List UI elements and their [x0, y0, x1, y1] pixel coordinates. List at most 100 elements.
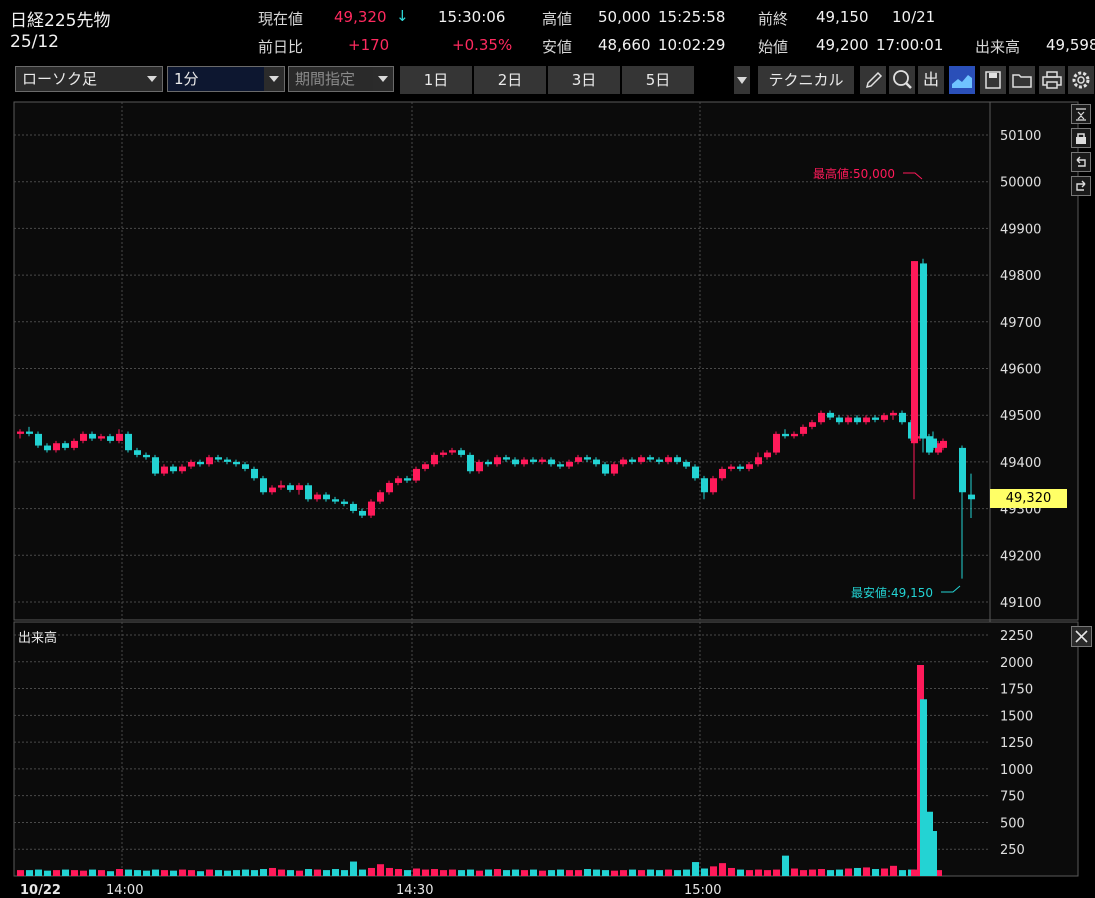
- volume-bar: [764, 870, 771, 876]
- price-tick-label: 49700: [1000, 316, 1041, 331]
- volume-bar: [368, 867, 375, 876]
- candle-body: [827, 412, 834, 418]
- candle-body: [881, 415, 888, 420]
- interval-value: 1分: [174, 70, 199, 88]
- close-volume-button[interactable]: [1071, 626, 1092, 647]
- open-folder-button[interactable]: [1009, 66, 1035, 94]
- toolbar-dropdown[interactable]: [734, 66, 750, 94]
- candle-body: [521, 459, 528, 465]
- volume-bar: [773, 869, 780, 876]
- candle-body: [818, 412, 825, 423]
- prev-close-value: 49,150: [816, 8, 869, 26]
- volume-bar: [278, 869, 285, 876]
- volume-bar: [422, 869, 429, 876]
- volume-bar: [35, 869, 42, 876]
- range-5day-button[interactable]: 5日: [622, 66, 694, 94]
- volume-bar: [53, 870, 60, 876]
- candle-body: [323, 494, 330, 500]
- lock-button[interactable]: [1071, 128, 1091, 148]
- volume-tick-label: 500: [1000, 816, 1025, 831]
- output-button[interactable]: 出: [918, 66, 944, 94]
- price-chart[interactable]: 50100 50000 49900 49800 49700 49600 49500 49400…: [0, 100, 1095, 898]
- price-tick-label: 49800: [1000, 269, 1041, 284]
- volume-bar: [287, 870, 294, 876]
- volume-bar: [161, 870, 168, 876]
- candle-body: [170, 466, 177, 472]
- volume-bar: [521, 870, 528, 876]
- redo-button[interactable]: [1071, 176, 1091, 196]
- candle-body: [107, 436, 114, 441]
- price-tick-label: 49100: [1000, 596, 1041, 611]
- prev-close-date: 10/21: [892, 8, 936, 26]
- volume-bar: [107, 871, 114, 876]
- chart-type-select[interactable]: ローソク足: [15, 66, 163, 92]
- price-tick-label: 49200: [1000, 549, 1041, 564]
- volume-bar: [431, 869, 438, 876]
- range-2day-button[interactable]: 2日: [474, 66, 546, 94]
- volume-bar: [800, 870, 807, 876]
- volume-bar: [539, 870, 546, 876]
- candle-body: [89, 433, 96, 439]
- candle-body: [197, 461, 204, 465]
- zoom-button[interactable]: [889, 66, 915, 94]
- range-3day-button[interactable]: 3日: [548, 66, 620, 94]
- chart-type-value: ローソク足: [22, 70, 98, 88]
- candle-body: [764, 452, 771, 458]
- candle-body: [161, 466, 168, 474]
- volume-bar: [80, 870, 87, 876]
- area-chart-icon: [952, 75, 972, 88]
- volume-bar: [152, 869, 159, 876]
- interval-select[interactable]: 1分: [167, 66, 285, 92]
- candle-body: [719, 468, 726, 479]
- range-1day-button[interactable]: 1日: [400, 66, 472, 94]
- candle-body: [386, 482, 393, 493]
- candle-body: [683, 461, 690, 467]
- open-value: 49,200: [816, 36, 869, 54]
- draw-button[interactable]: [860, 66, 886, 94]
- redo-icon: [1076, 180, 1086, 191]
- volume-bar: [548, 870, 555, 876]
- technical-button[interactable]: テクニカル: [758, 66, 854, 94]
- candle-body: [143, 454, 150, 458]
- period-select[interactable]: 期間指定: [288, 66, 394, 92]
- settings-button[interactable]: [1068, 66, 1094, 94]
- volume-value: 49,598: [1046, 36, 1095, 54]
- volume-bar: [395, 869, 402, 876]
- volume-bar: [911, 869, 918, 876]
- volume-bar: [485, 869, 492, 876]
- candle-body: [512, 459, 519, 465]
- volume-bar: [341, 870, 348, 876]
- area-chart-button[interactable]: [949, 66, 975, 94]
- volume-bar: [872, 869, 879, 876]
- candle-body: [17, 431, 24, 434]
- candle-body: [116, 433, 123, 441]
- collapse-button[interactable]: [1071, 104, 1091, 124]
- price-tick-label: 50100: [1000, 129, 1041, 144]
- print-button[interactable]: [1039, 66, 1065, 94]
- candle-body: [782, 433, 789, 437]
- volume-bar: [323, 870, 330, 876]
- volume-bar: [467, 869, 474, 876]
- volume-bar: [638, 870, 645, 876]
- collapse-icon: [1076, 108, 1086, 121]
- gear-icon: [1072, 71, 1090, 89]
- volume-bar: [818, 869, 825, 876]
- candle-body: [350, 503, 357, 511]
- volume-bar: [350, 861, 357, 876]
- candle-body: [836, 417, 843, 423]
- undo-button[interactable]: [1071, 152, 1091, 172]
- chevron-down-icon: [142, 67, 162, 91]
- volume-bar: [656, 870, 663, 876]
- candle-body: [467, 454, 474, 472]
- candle-body: [188, 461, 195, 467]
- candle-body: [314, 494, 321, 500]
- candle-body: [899, 412, 906, 423]
- save-button[interactable]: [980, 66, 1006, 94]
- volume-bar: [557, 869, 564, 876]
- candle-body: [674, 457, 681, 462]
- volume-bar: [584, 869, 591, 876]
- volume-bar: [530, 869, 537, 876]
- lock-icon: [1076, 133, 1086, 144]
- volume-bar: [692, 862, 699, 876]
- candle-body: [539, 459, 546, 462]
